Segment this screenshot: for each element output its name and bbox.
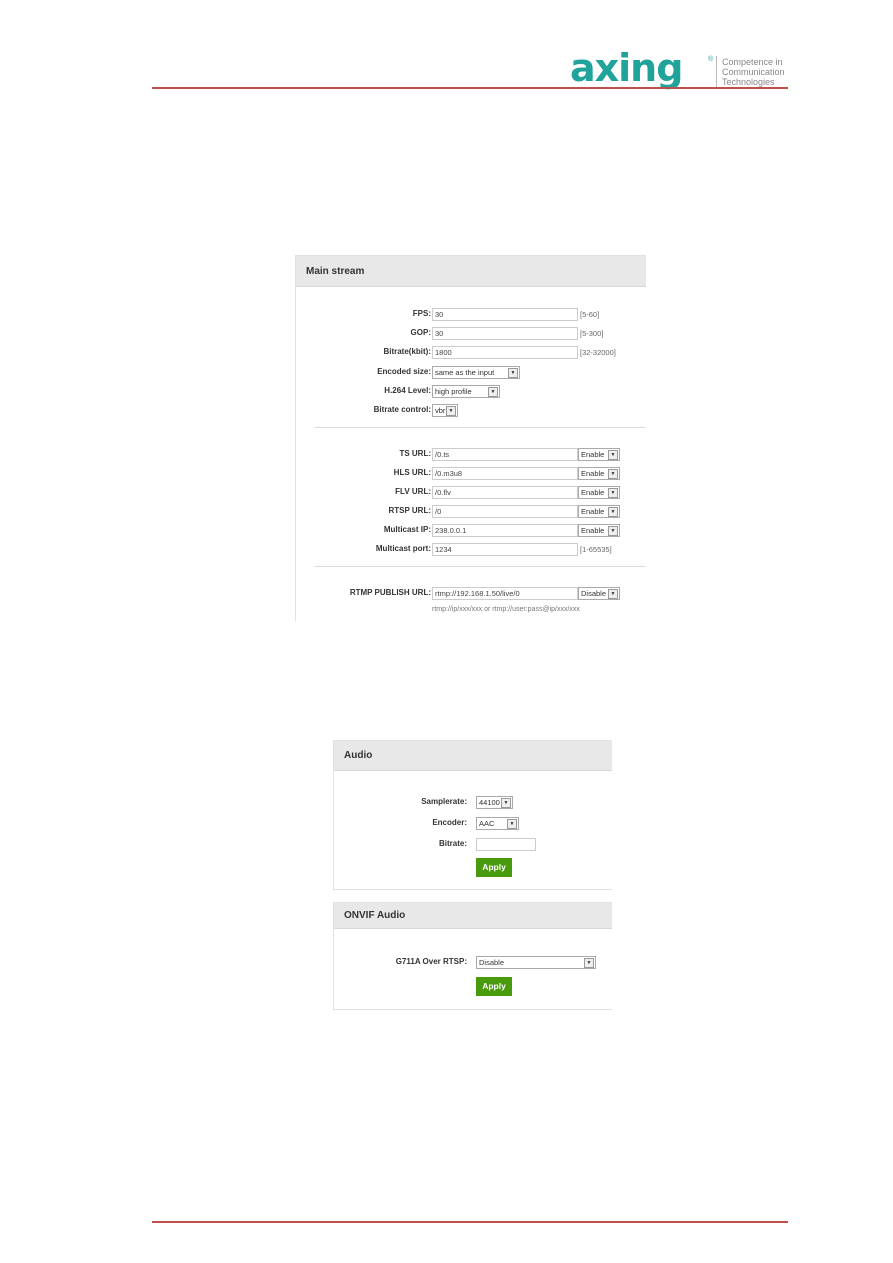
field-select[interactable]: vbr ▼ [432,404,458,417]
field-input[interactable]: 1800 [432,346,578,359]
field-label: HLS URL: [393,468,431,477]
field-input[interactable]: 30 [432,308,578,321]
rtmp-url-input[interactable]: rtmp://192.168.1.50/live/0 [432,587,578,600]
registered-mark: ® [708,56,714,63]
field-select[interactable]: high profile ▼ [432,385,500,398]
field-label: FPS: [412,309,431,318]
rtmp-format-hint: rtmp://ip/xxx/xxx or rtmp://user:pass@ip… [432,606,580,613]
range-hint: [1-65535] [580,545,612,554]
onvif-audio-panel: ONVIF Audio G711A Over RTSP: Disable ▼ Ap… [333,902,612,1010]
enable-select[interactable]: Enable ▼ [578,524,620,537]
audio-panel: Audio Samplerate: 44100 ▼ Encoder: AAC ▼ B… [333,740,612,890]
chevron-down-icon: ▼ [608,450,618,460]
enable-select[interactable]: Enable ▼ [578,486,620,499]
selected-value: Enable [581,469,605,478]
field-input[interactable]: 30 [432,327,578,340]
selected-value: AAC [479,819,495,828]
rtmp-state-select[interactable]: Disable ▼ [578,587,620,600]
selected-value: vbr [435,406,446,415]
selected-value: Enable [581,507,605,516]
chevron-down-icon: ▼ [608,507,618,517]
panel-title: Main stream [296,256,646,287]
chevron-down-icon: ▼ [508,368,518,378]
url-input[interactable]: /0 [432,505,578,518]
tagline-line: Technologies [722,77,775,87]
selected-value: same as the input [435,368,495,377]
apply-button[interactable]: Apply [476,858,512,877]
url-input[interactable]: 1234 [432,543,578,556]
chevron-down-icon: ▼ [608,526,618,536]
field-label: H.264 Level: [384,386,431,395]
axing-logo: axing ® Competence in Communication Tech… [570,46,790,92]
url-input[interactable]: /0.ts [432,448,578,461]
selected-value: Enable [581,526,605,535]
chevron-down-icon: ▼ [608,589,618,599]
chevron-down-icon: ▼ [608,488,618,498]
g711a-label: G711A Over RTSP: [395,957,467,966]
document-page: axing ® Competence in Communication Tech… [0,0,893,1263]
divider [314,427,646,428]
chevron-down-icon: ▼ [507,819,517,829]
chevron-down-icon: ▼ [446,406,456,416]
panel-title: Audio [334,741,612,771]
selected-value: Enable [581,450,605,459]
chevron-down-icon: ▼ [488,387,498,397]
url-input[interactable]: 238.0.0.1 [432,524,578,537]
bitrate-input[interactable] [476,838,536,851]
field-label: Multicast IP: [383,525,431,534]
field-label: RTSP URL: [388,506,431,515]
url-input[interactable]: /0.flv [432,486,578,499]
field-label: Encoded size: [377,367,431,376]
enable-select[interactable]: Enable ▼ [578,467,620,480]
chevron-down-icon: ▼ [584,958,594,968]
bitrate-label: Bitrate: [438,839,467,848]
logo-divider [716,56,717,88]
selected-value: Disable [479,958,505,967]
header-rule [152,87,788,89]
encoder-label: Encoder: [432,818,467,827]
samplerate-select[interactable]: 44100 ▼ [476,796,513,809]
field-select[interactable]: same as the input ▼ [432,366,520,379]
rtmp-label: RTMP PUBLISH URL: [349,588,431,597]
apply-button[interactable]: Apply [476,977,512,996]
selected-value: Enable [581,488,605,497]
samplerate-label: Samplerate: [421,797,467,806]
footer-rule [152,1221,788,1223]
field-label: Multicast port: [375,544,431,553]
logo-tagline: Competence in Communication Technologies [722,57,785,87]
field-label: FLV URL: [395,487,431,496]
tagline-line: Communication [722,67,785,77]
selected-value: Disable [581,589,607,598]
field-label: GOP: [410,328,431,337]
url-input[interactable]: /0.m3u8 [432,467,578,480]
field-label: TS URL: [399,449,431,458]
field-label: Bitrate control: [373,405,431,414]
enable-select[interactable]: Enable ▼ [578,448,620,461]
main-stream-panel: Main stream FPS: 30 [5-60] GOP: 30 [5-300] Bit… [295,255,646,621]
panel-title: ONVIF Audio [334,903,612,929]
chevron-down-icon: ▼ [501,798,511,808]
tagline-line: Competence in [722,57,783,67]
divider [314,566,646,567]
range-hint: [5-300] [580,329,604,338]
field-label: Bitrate(kbit): [383,347,431,356]
g711a-select[interactable]: Disable ▼ [476,956,596,969]
encoder-select[interactable]: AAC ▼ [476,817,519,830]
selected-value: high profile [435,387,472,396]
range-hint: [32-32000] [580,348,616,357]
selected-value: 44100 [479,798,500,807]
range-hint: [5-60] [580,310,600,319]
logo-wordmark: axing [570,46,683,90]
chevron-down-icon: ▼ [608,469,618,479]
enable-select[interactable]: Enable ▼ [578,505,620,518]
